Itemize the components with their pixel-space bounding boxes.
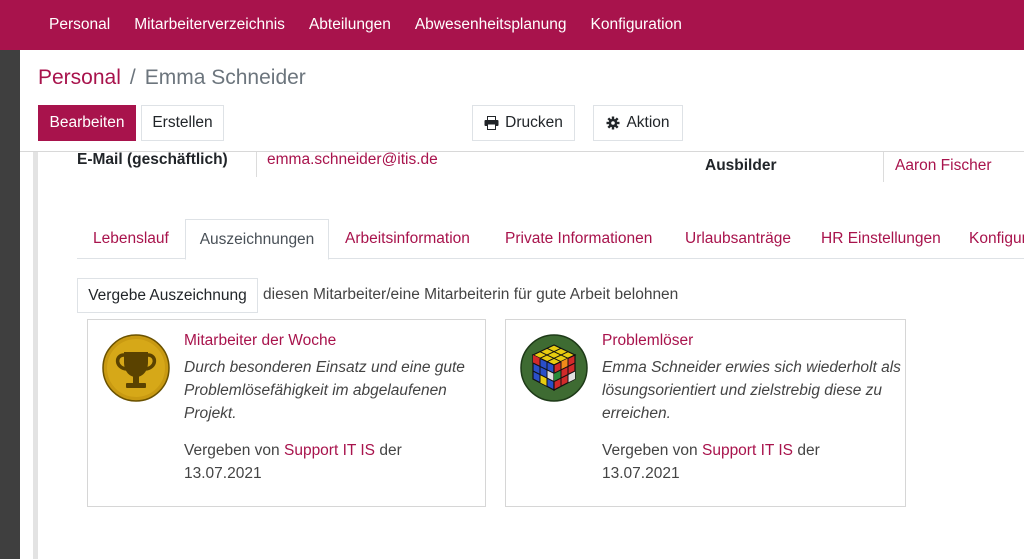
breadcrumb-separator: / [129,66,136,89]
tab-private-informationen[interactable]: Private Informationen [505,219,652,259]
tab-auszeichnungen[interactable]: Auszeichnungen [185,219,329,260]
award-given-info: Vergeben von Support IT IS der 13.07.202… [602,439,862,485]
grant-award-button[interactable]: Vergebe Auszeichnung [77,278,258,313]
create-button[interactable]: Erstellen [141,105,224,141]
nav-item-abwesenheitsplanung[interactable]: Abwesenheitsplanung [415,16,567,34]
sheet-left-border [33,152,38,559]
email-work-label: E-Mail (geschäftlich) [77,151,228,168]
field-separator [256,152,257,177]
trophy-icon [102,334,170,402]
nav-item-mitarbeiterverzeichnis[interactable]: Mitarbeiterverzeichnis [134,16,285,34]
grant-award-hint: diesen Mitarbeiter/eine Mitarbeiterin fü… [263,286,679,303]
action-button[interactable]: Aktion [593,105,683,141]
award-date: 13.07.2021 [602,465,680,482]
email-work-value[interactable]: emma.schneider@itis.de [267,151,438,169]
print-button-label: Drucken [505,114,563,131]
action-button-label: Aktion [626,114,670,131]
print-button[interactable]: Drucken [472,105,575,141]
tab-hr-einstellungen[interactable]: HR Einstellungen [821,219,941,259]
award-description: Emma Schneider erwies sich wiederholt al… [602,359,901,422]
edit-button[interactable]: Bearbeiten [38,105,136,141]
trainer-value[interactable]: Aaron Fischer [895,157,991,175]
given-prefix: Vergeben von [602,442,698,459]
given-mid: der [797,442,820,459]
given-by-link[interactable]: Support IT IS [702,442,793,459]
tab-urlaubsantraege[interactable]: Urlaubsanträge [685,219,791,259]
nav-item-abteilungen[interactable]: Abteilungen [309,16,391,34]
trainer-label: Ausbilder [705,157,777,174]
left-sidebar-strip [0,50,20,559]
breadcrumb: Personal / Emma Schneider [38,66,306,90]
award-card: Problemlöser Emma Schneider erwies sich … [505,319,906,507]
breadcrumb-current: Emma Schneider [144,66,306,89]
field-separator [883,152,884,182]
given-by-link[interactable]: Support IT IS [284,442,375,459]
award-card: Mitarbeiter der Woche Durch besonderen E… [87,319,486,507]
award-date: 13.07.2021 [184,465,262,482]
nav-item-konfiguration[interactable]: Konfiguration [590,16,681,34]
tab-konfiguration[interactable]: Konfigur [969,219,1024,259]
nav-item-personal[interactable]: Personal [49,16,110,34]
award-description: Durch besonderen Einsatz und eine gute P… [184,359,465,422]
given-mid: der [379,442,402,459]
tab-lebenslauf[interactable]: Lebenslauf [93,219,169,259]
rubiks-cube-icon [520,334,588,402]
given-prefix: Vergeben von [184,442,280,459]
breadcrumb-parent-link[interactable]: Personal [38,66,121,90]
notebook-tabs: Lebenslauf Auszeichnungen Arbeitsinforma… [77,219,1024,260]
top-navbar: Personal Mitarbeiterverzeichnis Abteilun… [0,0,1024,50]
tab-arbeitsinformation[interactable]: Arbeitsinformation [345,219,470,259]
award-title[interactable]: Mitarbeiter der Woche [184,332,336,350]
gear-icon [606,116,620,130]
printer-icon [484,116,499,130]
award-title[interactable]: Problemlöser [602,332,693,350]
award-given-info: Vergeben von Support IT IS der 13.07.202… [184,439,444,485]
